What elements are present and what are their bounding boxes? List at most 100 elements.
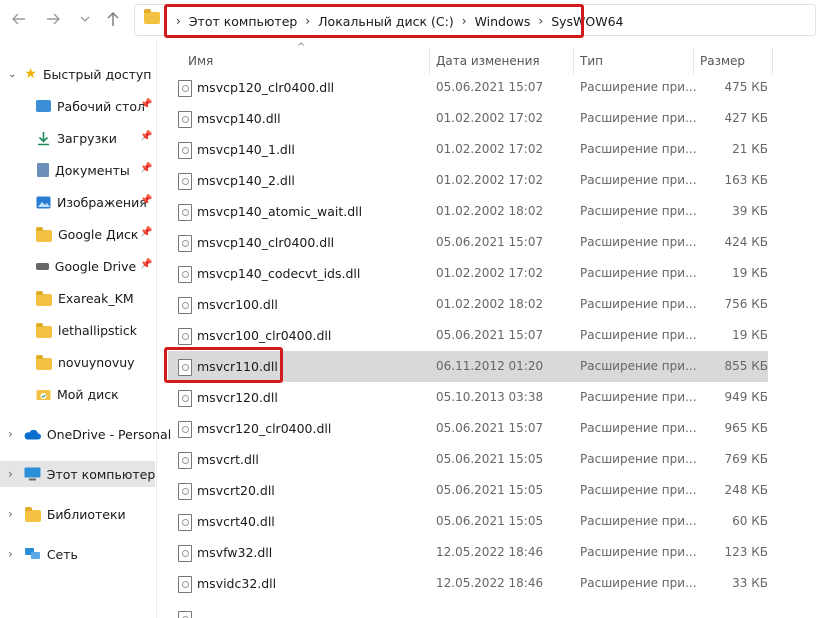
column-divider[interactable]	[429, 48, 430, 74]
file-name: msvcrt40.dll	[197, 514, 275, 529]
column-divider[interactable]	[693, 48, 694, 74]
file-name: msvfw32.dll	[197, 545, 273, 560]
file-type: Расширение при...	[580, 266, 697, 280]
table-row[interactable]: msvcp140_codecvt_ids.dll 01.02.2002 17:02…	[168, 258, 768, 289]
file-size: 21 КБ	[732, 142, 768, 156]
file-date: 06.11.2012 01:20	[436, 359, 544, 373]
dll-file-icon	[178, 390, 192, 407]
sidebar-item-google-drive[interactable]: Google Drive (G	[36, 253, 140, 279]
file-name: msvcr100_clr0400.dll	[197, 328, 332, 343]
table-row[interactable]: msvidc32.dll 12.05.2022 18:46 Расширение п…	[168, 568, 768, 599]
file-type: Расширение при...	[580, 483, 697, 497]
sidebar-network[interactable]: › Сеть	[8, 541, 78, 567]
chevron-right-icon: ›	[8, 427, 13, 441]
dll-file-icon	[178, 111, 192, 128]
file-date: 05.06.2021 15:07	[436, 421, 544, 435]
desktop-icon	[36, 100, 51, 112]
table-row[interactable]: msvcr120_clr0400.dll 05.06.2021 15:07 Расш…	[168, 413, 768, 444]
sidebar-item-google-disk[interactable]: Google Диск	[36, 221, 138, 247]
file-size: 424 КБ	[724, 235, 768, 249]
dll-file-icon	[178, 611, 192, 618]
sidebar-item-novuynovuy[interactable]: novuynovuy	[36, 349, 135, 375]
table-row[interactable]: msvcrt40.dll 05.06.2021 15:05 Расширение п…	[168, 506, 768, 537]
arrow-up-icon	[107, 12, 119, 26]
highlight-box-file	[164, 347, 283, 383]
file-name: msvcp120_clr0400.dll	[197, 80, 335, 95]
file-name: msvcr120.dll	[197, 390, 278, 405]
computer-icon	[24, 467, 41, 481]
pane-divider	[156, 40, 157, 618]
pictures-icon	[36, 196, 51, 208]
file-name: msvcr120_clr0400.dll	[197, 421, 332, 436]
file-date: 05.10.2013 03:38	[436, 390, 544, 404]
documents-icon	[37, 163, 49, 177]
sidebar-item-lethallipstick[interactable]: lethallipstick	[36, 317, 137, 343]
file-size: 949 КБ	[724, 390, 768, 404]
up-button[interactable]	[104, 10, 122, 28]
file-type: Расширение при...	[580, 421, 697, 435]
column-header-date[interactable]: Дата изменения	[436, 48, 540, 74]
dll-file-icon	[178, 266, 192, 283]
dll-file-icon	[178, 328, 192, 345]
dll-file-icon	[178, 483, 192, 500]
dll-file-icon	[178, 204, 192, 221]
dll-file-icon	[178, 421, 192, 438]
file-date: 05.06.2021 15:07	[436, 80, 544, 94]
sidebar-item-pictures[interactable]: Изображения	[36, 189, 147, 215]
dll-file-icon	[178, 142, 192, 159]
table-row[interactable]: msvcp140.dll 01.02.2002 17:02 Расширение п…	[168, 103, 768, 134]
dll-file-icon	[178, 514, 192, 531]
file-size: 427 КБ	[724, 111, 768, 125]
column-header-type[interactable]: Тип	[580, 48, 603, 74]
column-divider[interactable]	[573, 48, 574, 74]
table-row-partial[interactable]	[168, 603, 768, 618]
table-row[interactable]: msvcp140_1.dll 01.02.2002 17:02 Расширение…	[168, 134, 768, 165]
file-type: Расширение при...	[580, 390, 697, 404]
sidebar-this-pc[interactable]: › Этот компьютер	[0, 461, 155, 487]
file-date: 01.02.2002 18:02	[436, 204, 544, 218]
table-row[interactable]: msvcr120.dll 05.10.2013 03:38 Расширение п…	[168, 382, 768, 413]
table-row[interactable]: msvcp120_clr0400.dll 05.06.2021 15:07 Расш…	[168, 72, 768, 103]
sidebar-quick-access[interactable]: ⌄ ★ Быстрый доступ	[8, 61, 151, 87]
file-size: 248 КБ	[724, 483, 768, 497]
table-row[interactable]: msvfw32.dll 12.05.2022 18:46 Расширение пр…	[168, 537, 768, 568]
sidebar-item-downloads[interactable]: Загрузки	[36, 125, 117, 151]
file-type: Расширение при...	[580, 359, 697, 373]
file-name: msvcp140.dll	[197, 111, 281, 126]
chevron-down-icon: ⌄	[8, 68, 17, 80]
sidebar-item-desktop[interactable]: Рабочий стол	[36, 93, 145, 119]
file-date: 01.02.2002 17:02	[436, 142, 544, 156]
file-size: 123 КБ	[724, 545, 768, 559]
chevron-down-icon	[80, 16, 90, 22]
table-row[interactable]: msvcrt.dll 05.06.2021 15:05 Расширение при…	[168, 444, 768, 475]
file-name: msvcr100.dll	[197, 297, 278, 312]
table-row[interactable]: msvcrt20.dll 05.06.2021 15:05 Расширение п…	[168, 475, 768, 506]
table-row[interactable]: msvcr100.dll 01.02.2002 18:02 Расширение п…	[168, 289, 768, 320]
file-type: Расширение при...	[580, 142, 697, 156]
star-icon: ★	[24, 66, 37, 82]
sidebar-onedrive[interactable]: › OneDrive - Personal	[8, 421, 171, 447]
file-type: Расширение при...	[580, 204, 697, 218]
back-button[interactable]	[10, 10, 28, 28]
table-row[interactable]: msvcp140_atomic_wait.dll 01.02.2002 18:02…	[168, 196, 768, 227]
dll-file-icon	[178, 173, 192, 190]
recent-locations-button[interactable]	[76, 10, 94, 28]
table-row[interactable]: msvcp140_2.dll 01.02.2002 17:02 Расширение…	[168, 165, 768, 196]
column-divider[interactable]	[772, 48, 773, 74]
sidebar-item-my-disk[interactable]: Мой диск	[36, 381, 119, 407]
table-row[interactable]: msvcp140_clr0400.dll 05.06.2021 15:07 Расш…	[168, 227, 768, 258]
library-icon	[24, 506, 41, 522]
forward-button[interactable]	[44, 10, 62, 28]
highlight-box-address	[164, 4, 584, 38]
column-header-name[interactable]: Имя	[188, 48, 213, 74]
column-header-size[interactable]: Размер	[700, 48, 745, 74]
sidebar-item-exareak[interactable]: Exareak_KM	[36, 285, 134, 311]
file-size: 163 КБ	[724, 173, 768, 187]
sidebar-libraries[interactable]: › Библиотеки	[8, 501, 126, 527]
pin-icon: 📌	[140, 195, 153, 206]
file-size: 19 КБ	[732, 328, 768, 342]
pin-icon: 📌	[140, 163, 153, 174]
folder-icon	[36, 290, 52, 306]
file-name: msvcrt.dll	[197, 452, 259, 467]
sidebar-item-documents[interactable]: Документы	[36, 157, 130, 183]
